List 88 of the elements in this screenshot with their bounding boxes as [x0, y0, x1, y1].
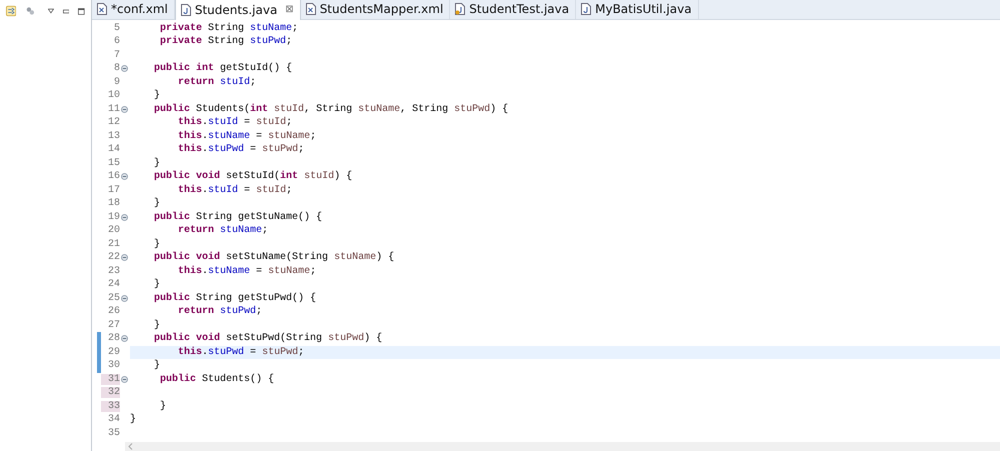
- maximize-icon[interactable]: [78, 6, 85, 16]
- line-number: 15: [106, 158, 120, 169]
- line-number: 26: [106, 306, 120, 318]
- fold-icon[interactable]: [121, 106, 128, 113]
- line-number: 12: [106, 117, 120, 128]
- code-line: }: [153, 90, 160, 102]
- code-line: public String getStuPwd() {: [153, 292, 316, 304]
- line-number: 28: [106, 333, 120, 344]
- fold-icon[interactable]: [121, 376, 128, 383]
- line-number: 24: [106, 279, 120, 290]
- line-number: 18: [106, 198, 120, 210]
- line-number: 13: [106, 130, 120, 142]
- code-line: public Students(int stuId, String stuName, String stuPwd) {: [153, 104, 508, 115]
- fold-icon[interactable]: [121, 254, 128, 262]
- line-number: 7: [112, 50, 120, 61]
- tab-label: *conf.xml: [111, 2, 168, 16]
- close-icon[interactable]: ⊠: [285, 4, 294, 16]
- code-line: public void setStuId(int stuId) {: [153, 171, 352, 182]
- fold-icon[interactable]: [121, 294, 128, 302]
- tab-label: StudentTest.java: [469, 2, 570, 16]
- line-number: 31: [101, 374, 120, 385]
- line-number: 20: [106, 225, 120, 236]
- code-line: }: [153, 238, 160, 250]
- code-line: private String stuPwd;: [159, 36, 292, 48]
- fold-icon[interactable]: [121, 335, 128, 342]
- code-line: }: [153, 198, 160, 210]
- line-number: 19: [106, 212, 120, 223]
- line-number: 34: [106, 414, 120, 426]
- line-number: 23: [106, 266, 120, 277]
- code-line: }: [153, 158, 160, 169]
- line-number: 5: [112, 22, 120, 34]
- link-icon[interactable]: [6, 4, 16, 18]
- tab-label: Students.java: [194, 2, 278, 17]
- line-number: 9: [112, 76, 120, 88]
- code-line: return stuId;: [177, 76, 256, 88]
- code-line: public void setStuPwd(String stuPwd) {: [153, 333, 382, 344]
- java-file-icon: [455, 3, 466, 16]
- code-line: this.stuPwd = stuPwd;: [177, 346, 304, 358]
- line-number: 10: [106, 90, 120, 102]
- code-line: this.stuName = stuName;: [177, 266, 316, 277]
- line-number: 22: [106, 252, 120, 264]
- code-line: return stuPwd;: [177, 306, 262, 318]
- code-line: }: [130, 414, 136, 426]
- line-number: 17: [106, 184, 120, 196]
- code-line: private String stuName;: [159, 22, 298, 34]
- line-number: 27: [106, 320, 120, 331]
- code-line: public void setStuName(String stuName) {: [153, 252, 394, 264]
- xml-file-icon: [306, 3, 316, 16]
- horizontal-scrollbar[interactable]: [125, 442, 1000, 451]
- fold-icon[interactable]: [121, 65, 128, 72]
- line-number: 35: [106, 428, 120, 439]
- code-line: }: [153, 279, 160, 290]
- xml-file-icon: [97, 3, 107, 16]
- line-number: 29: [106, 346, 120, 358]
- line-number: 30: [106, 360, 120, 372]
- code-line: this.stuName = stuName;: [177, 130, 316, 142]
- code-line: }: [153, 320, 160, 331]
- code-line: public Students() {: [159, 374, 274, 385]
- line-number: 11: [106, 104, 120, 115]
- code-line: public String getStuName() {: [153, 212, 322, 223]
- dropdown-icon[interactable]: [48, 8, 54, 14]
- line-number: 14: [106, 144, 120, 156]
- line-number: 16: [106, 171, 120, 182]
- line-number: 25: [106, 292, 120, 304]
- fold-icon[interactable]: [121, 173, 128, 180]
- line-number: 6: [112, 36, 120, 48]
- line-number: 21: [106, 238, 120, 250]
- line-number: 8: [112, 63, 120, 74]
- minimize-icon[interactable]: [62, 8, 70, 14]
- code-line: this.stuId = stuId;: [177, 117, 292, 128]
- tab-label: StudentsMapper.xml: [320, 2, 444, 16]
- editor-tab[interactable]: MyBatisUtil.java: [576, 0, 699, 18]
- line-number: 32: [101, 387, 120, 398]
- java-file-icon: [581, 3, 592, 16]
- code-line: }: [159, 400, 166, 412]
- fold-icon[interactable]: [121, 214, 128, 221]
- line-number: 33: [101, 400, 120, 412]
- code-line: this.stuPwd = stuPwd;: [177, 144, 304, 156]
- code-line: this.stuId = stuId;: [177, 184, 292, 196]
- code-line: return stuName;: [177, 225, 268, 236]
- editor-tab[interactable]: Students.java ⊠: [174, 0, 301, 20]
- editor-tab[interactable]: StudentTest.java: [450, 0, 576, 18]
- code-line: }: [153, 360, 160, 372]
- java-file-icon: [180, 4, 191, 16]
- tab-label: MyBatisUtil.java: [595, 2, 692, 16]
- editor-tab[interactable]: *conf.xml: [92, 0, 175, 18]
- editor-tab[interactable]: StudentsMapper.xml: [300, 0, 450, 18]
- code-line: public int getStuId() {: [153, 63, 292, 74]
